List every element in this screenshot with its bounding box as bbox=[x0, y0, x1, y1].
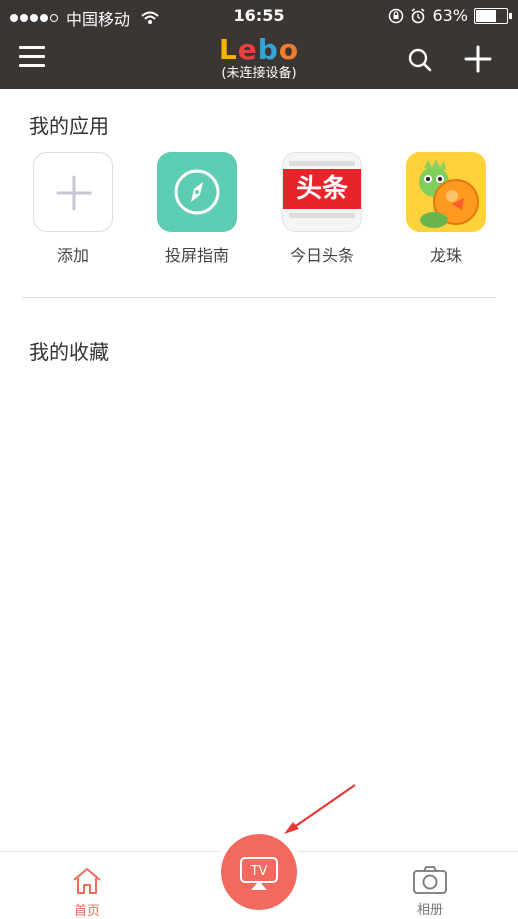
toutiao-logo-text: 头条 bbox=[283, 169, 361, 209]
dragon-mascot-icon bbox=[406, 152, 486, 232]
top-bar: 中国移动 16:55 63% Lebo (未连接设备) bbox=[0, 0, 518, 89]
compass-icon bbox=[157, 152, 237, 232]
search-button[interactable] bbox=[407, 47, 433, 73]
tv-label: TV bbox=[250, 864, 268, 879]
favorites-title: 我的收藏 bbox=[29, 340, 109, 364]
tv-icon: TV bbox=[240, 857, 278, 890]
status-right: 63% bbox=[388, 6, 512, 25]
section-divider bbox=[22, 297, 496, 298]
app-cast-guide[interactable]: 投屏指南 bbox=[157, 152, 237, 266]
connection-status: (未连接设备) bbox=[221, 66, 297, 81]
app-label: 今日头条 bbox=[289, 246, 354, 265]
app-label: 龙珠 bbox=[429, 246, 462, 265]
app-add[interactable]: 添加 bbox=[33, 152, 113, 266]
toutiao-logo: 头条 bbox=[282, 152, 362, 232]
home-icon bbox=[73, 868, 101, 894]
camera-icon bbox=[413, 866, 447, 894]
app-label: 添加 bbox=[56, 246, 89, 265]
battery-icon bbox=[474, 7, 512, 24]
alarm-icon bbox=[411, 7, 425, 23]
tab-album[interactable]: 相册 bbox=[390, 852, 470, 918]
brand: Lebo (未连接设备) bbox=[0, 33, 518, 81]
add-icon bbox=[33, 152, 113, 232]
battery-percent: 63% bbox=[432, 6, 468, 25]
app-longzhu[interactable]: 龙珠 bbox=[406, 152, 486, 266]
add-device-button[interactable] bbox=[464, 45, 492, 73]
app-label: 投屏指南 bbox=[164, 246, 229, 265]
my-apps-title: 我的应用 bbox=[29, 114, 109, 138]
tv-cast-button[interactable]: TV bbox=[221, 834, 297, 910]
tab-home[interactable]: 首页 bbox=[47, 852, 127, 919]
app-grid: 添加 投屏指南 头条 今日头条 龙珠 bbox=[0, 152, 518, 272]
app-toutiao[interactable]: 头条 今日头条 bbox=[282, 152, 362, 266]
tab-home-label: 首页 bbox=[73, 904, 100, 919]
status-bar: 中国移动 16:55 63% bbox=[0, 0, 518, 30]
tab-album-label: 相册 bbox=[416, 903, 443, 918]
rotation-lock-icon bbox=[389, 8, 404, 23]
